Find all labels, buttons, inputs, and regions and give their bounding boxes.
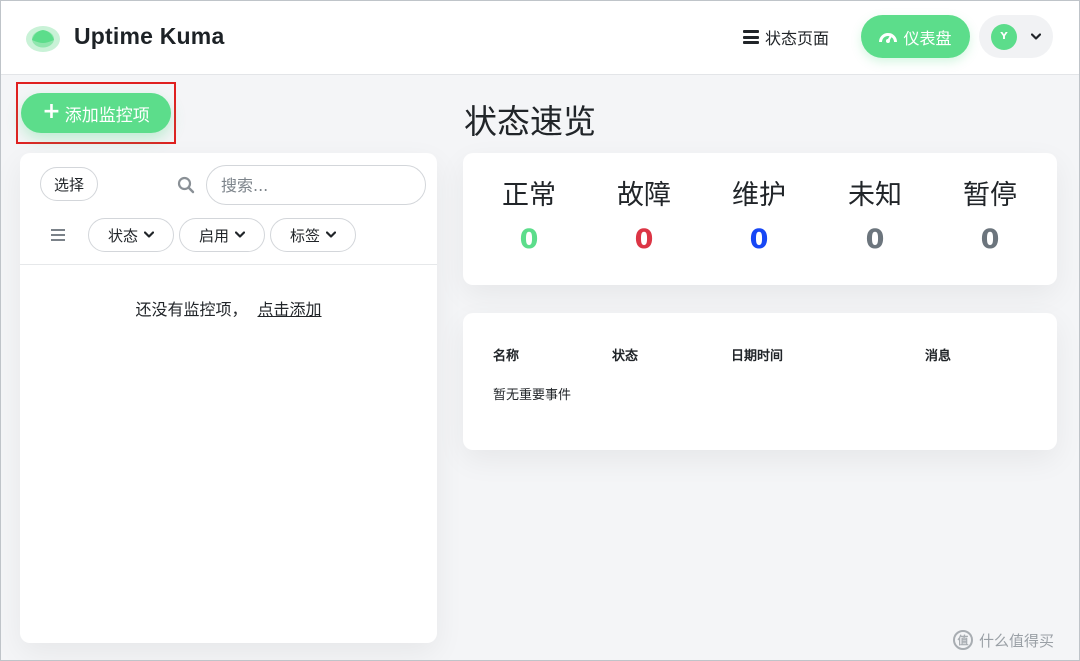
stat-paused: 暂停 0	[935, 173, 1045, 255]
column-header-message[interactable]: 消息	[925, 345, 951, 364]
column-header-status[interactable]: 状态	[612, 345, 638, 364]
stat-unknown-value: 0	[865, 224, 885, 255]
stat-down-label: 故障	[617, 180, 671, 211]
stat-up: 正常 0	[474, 173, 584, 255]
monitor-list-panel: 选择 状态 启用 标签 还没有监控项， 点击添加	[20, 153, 437, 643]
filter-status-dropdown[interactable]: 状态	[88, 218, 174, 252]
stat-down: 故障 0	[589, 173, 699, 255]
page-title: 状态速览	[464, 102, 596, 141]
dashboard-label: 仪表盘	[903, 28, 952, 48]
filter-tags-dropdown[interactable]: 标签	[270, 218, 356, 252]
watermark-logo-icon: 值	[953, 630, 973, 650]
stat-maintenance: 维护 0	[704, 173, 814, 255]
plus-icon: +	[42, 99, 61, 124]
list-icon	[743, 30, 759, 44]
filter-active-dropdown[interactable]: 启用	[179, 218, 265, 252]
dashboard-button[interactable]: 仪表盘	[861, 15, 970, 58]
filter-tags-label: 标签	[289, 226, 320, 245]
add-monitor-button[interactable]: + 添加监控项	[21, 93, 171, 133]
add-monitor-link[interactable]: 点击添加	[258, 300, 322, 319]
panel-divider	[20, 264, 437, 265]
column-header-datetime[interactable]: 日期时间	[731, 345, 783, 364]
avatar: Y	[991, 23, 1017, 50]
empty-monitor-message: 还没有监控项， 点击添加	[20, 296, 437, 320]
stat-down-value: 0	[634, 224, 654, 255]
select-button[interactable]: 选择	[40, 167, 98, 201]
gauge-icon	[879, 32, 898, 43]
status-page-link[interactable]: 状态页面	[743, 25, 829, 49]
quick-stats-card: 正常 0 故障 0 维护 0 未知 0 暂停 0	[463, 153, 1057, 285]
chevron-down-icon	[326, 231, 336, 238]
chevron-down-icon	[144, 231, 154, 238]
top-navbar: Uptime Kuma 状态页面 仪表盘 Y	[1, 1, 1079, 75]
stat-paused-value: 0	[980, 224, 1000, 255]
stat-paused-label: 暂停	[963, 180, 1017, 211]
stat-unknown-label: 未知	[848, 180, 902, 211]
add-monitor-label: 添加监控项	[64, 105, 150, 126]
chevron-down-icon	[235, 231, 245, 238]
watermark: 值 什么值得买	[953, 629, 1054, 651]
profile-dropdown[interactable]: Y	[979, 15, 1053, 58]
search-input[interactable]	[206, 165, 426, 205]
status-page-label: 状态页面	[765, 29, 830, 48]
app-window: Uptime Kuma 状态页面 仪表盘 Y + 添加监控项 选择 搜索... …	[0, 0, 1080, 661]
stat-maintenance-label: 维护	[732, 180, 786, 211]
app-title[interactable]: Uptime Kuma	[74, 23, 224, 50]
stat-up-value: 0	[519, 224, 539, 255]
filter-status-label: 状态	[107, 226, 138, 245]
empty-monitor-text: 还没有监控项，	[135, 300, 248, 319]
filter-active-label: 启用	[198, 226, 229, 245]
search-icon	[177, 176, 195, 194]
no-events-message: 暂无重要事件	[493, 388, 572, 403]
watermark-text: 什么值得买	[979, 631, 1055, 650]
stat-maintenance-value: 0	[749, 224, 769, 255]
stat-unknown: 未知 0	[820, 173, 930, 255]
filter-list-icon[interactable]	[51, 229, 65, 241]
column-header-name[interactable]: 名称	[493, 345, 519, 364]
important-events-card: 名称 状态 日期时间 消息 暂无重要事件	[463, 313, 1057, 450]
uptime-kuma-logo-icon[interactable]	[25, 21, 61, 53]
chevron-down-icon	[1031, 32, 1041, 40]
stat-up-label: 正常	[502, 180, 556, 211]
